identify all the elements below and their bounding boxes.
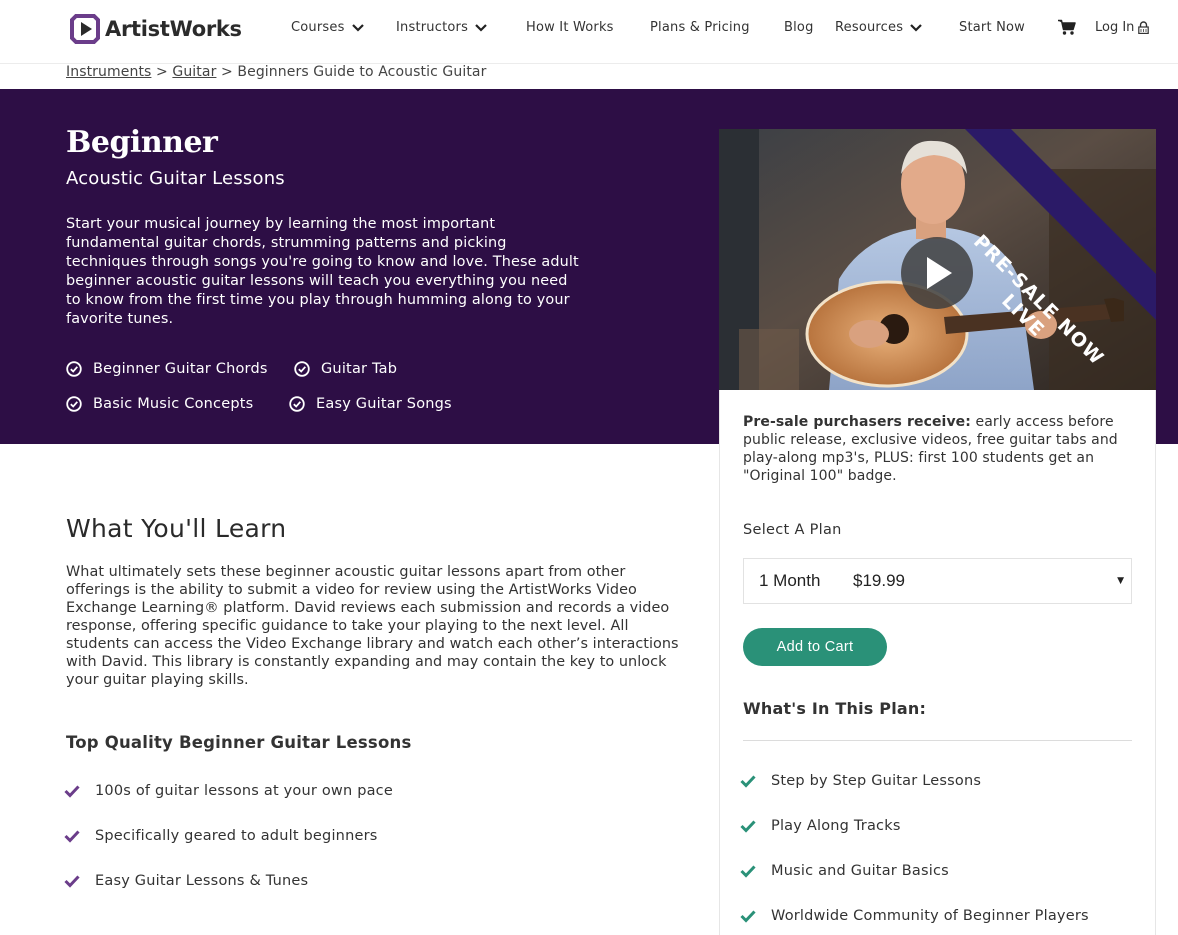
logo-text: ArtistWorks [105, 17, 242, 41]
check-icon [64, 830, 80, 843]
chevron-down-icon [910, 23, 922, 32]
section-title: What You'll Learn [66, 514, 287, 543]
plan-term: 1 Month [759, 571, 821, 590]
check-circle-icon [294, 361, 310, 377]
plan-feature-item: Play Along Tracks [740, 818, 901, 834]
nav-start-now[interactable]: Start Now [959, 20, 1025, 35]
plan-feature-label: Worldwide Community of Beginner Players [771, 908, 1089, 924]
plan-feature-label: Step by Step Guitar Lessons [771, 773, 982, 789]
nav-how-it-works[interactable]: How It Works [526, 20, 614, 35]
list-item-label: Easy Guitar Lessons & Tunes [95, 873, 309, 889]
check-icon [740, 865, 756, 878]
divider [743, 740, 1132, 741]
chevron-down-icon [351, 23, 364, 32]
feature-label: Guitar Tab [321, 361, 398, 377]
nav-blog[interactable]: Blog [784, 20, 814, 35]
plan-price: $19.99 [853, 571, 905, 590]
nav-instructors[interactable]: Instructors [396, 20, 487, 35]
feature-item: Guitar Tab [294, 361, 397, 377]
nav-start-now-label: Start Now [959, 20, 1026, 35]
add-to-cart-button[interactable]: Add to Cart [743, 628, 887, 666]
check-circle-icon [66, 396, 82, 412]
cart-icon[interactable] [1058, 19, 1076, 40]
plan-feature-label: Music and Guitar Basics [771, 863, 949, 879]
nav-courses[interactable]: Courses [291, 20, 364, 35]
section-body: What ultimately sets these beginner acou… [66, 564, 679, 688]
feature-item: Beginner Guitar Chords [66, 361, 268, 377]
feature-label: Basic Music Concepts [93, 396, 254, 412]
nav-plans-pricing[interactable]: Plans & Pricing [650, 20, 750, 35]
breadcrumb-instruments[interactable]: Instruments [66, 64, 151, 80]
feature-label: Easy Guitar Songs [316, 396, 452, 412]
page-subtitle: Acoustic Guitar Lessons [66, 168, 285, 189]
plan-select[interactable]: 1 Month $19.99 ▼ [743, 558, 1132, 604]
check-icon [64, 785, 80, 798]
nav-instructors-label: Instructors [396, 20, 469, 35]
feature-item: Basic Music Concepts [66, 396, 253, 412]
check-icon [740, 820, 756, 833]
presale-info: Pre-sale purchasers receive: early acces… [743, 413, 1135, 485]
feature-label: Beginner Guitar Chords [93, 361, 268, 377]
select-plan-label: Select A Plan [743, 522, 842, 538]
breadcrumb-guitar[interactable]: Guitar [172, 64, 216, 80]
list-item-label: 100s of guitar lessons at your own pace [95, 783, 393, 799]
nav-how-it-works-label: How It Works [526, 20, 614, 35]
video-player[interactable]: PRE-SALE NOW LIVE [719, 129, 1156, 390]
check-circle-icon [289, 396, 305, 412]
in-plan-title: What's In This Plan: [743, 699, 927, 718]
breadcrumb-separator: > [221, 64, 233, 80]
presale-info-heading: Pre-sale purchasers receive: [743, 414, 971, 430]
chevron-down-icon [475, 23, 487, 32]
check-icon [64, 875, 80, 888]
check-icon [740, 910, 756, 923]
breadcrumb: Instruments > Guitar > Beginners Guide t… [66, 64, 486, 80]
nav-courses-label: Courses [291, 20, 345, 35]
hero-description: Start your musical journey by learning t… [66, 216, 579, 327]
plan-feature-label: Play Along Tracks [771, 818, 901, 834]
nav-resources[interactable]: Resources [835, 20, 922, 35]
plan-feature-item: Step by Step Guitar Lessons [740, 773, 981, 789]
lock-icon [1138, 21, 1150, 34]
breadcrumb-separator: > [155, 64, 168, 80]
nav-plans-pricing-label: Plans & Pricing [650, 20, 750, 35]
list-item: 100s of guitar lessons at your own pace [64, 783, 393, 799]
site-header: ArtistWorks Courses Instructors How It W… [0, 0, 1178, 64]
plan-feature-item: Worldwide Community of Beginner Players [740, 908, 1089, 924]
login-link[interactable]: Log In [1095, 20, 1150, 35]
login-label: Log In [1095, 20, 1135, 35]
logo-icon [68, 12, 102, 46]
list-item: Specifically geared to adult beginners [64, 828, 378, 844]
list-item: Easy Guitar Lessons & Tunes [64, 873, 308, 889]
subsection-title: Top Quality Beginner Guitar Lessons [66, 733, 412, 752]
nav-resources-label: Resources [835, 20, 904, 35]
page-title: Beginner [66, 125, 218, 160]
breadcrumb-current: Beginners Guide to Acoustic Guitar [237, 64, 487, 80]
feature-item: Easy Guitar Songs [289, 396, 452, 412]
check-icon [740, 775, 756, 788]
artistworks-logo[interactable]: ArtistWorks [68, 12, 242, 46]
plan-feature-item: Music and Guitar Basics [740, 863, 949, 879]
dropdown-arrow-icon: ▼ [1117, 576, 1124, 586]
list-item-label: Specifically geared to adult beginners [95, 828, 378, 844]
check-circle-icon [66, 361, 82, 377]
nav-blog-label: Blog [784, 20, 814, 35]
